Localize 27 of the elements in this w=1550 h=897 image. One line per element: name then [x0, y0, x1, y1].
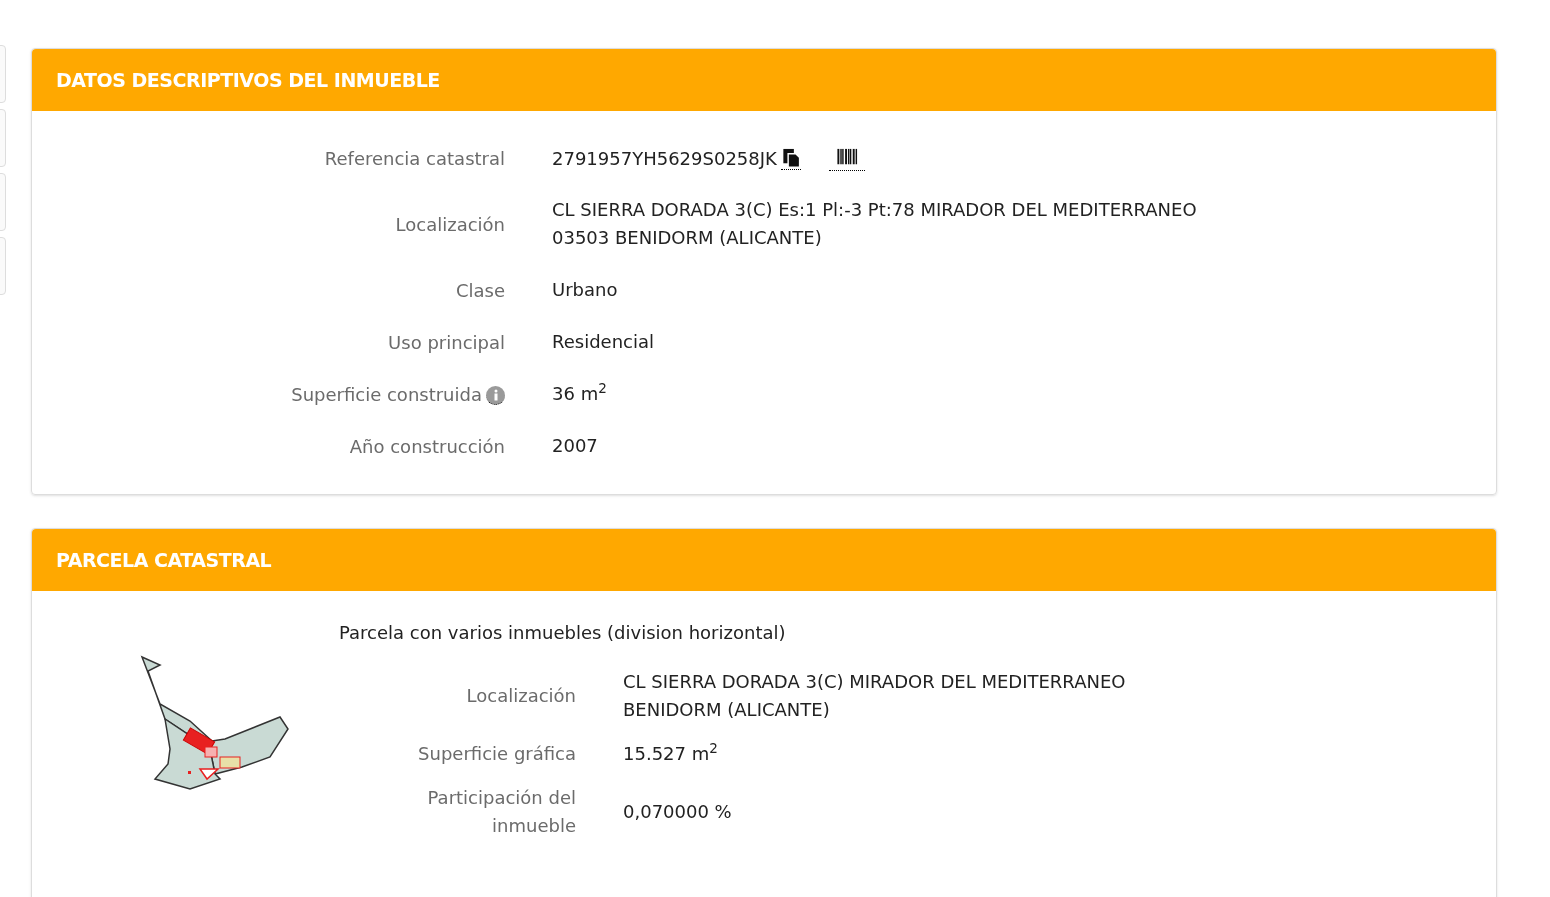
section-title: PARCELA CATASTRAL [56, 547, 272, 573]
field-value: Residencial [552, 330, 654, 354]
field-value: 2791957YH5629S0258JK [552, 147, 777, 171]
field-value: 0,070000 % [623, 800, 732, 824]
field-label: Clase [455, 279, 505, 301]
field-value: 36 m$^{2}$ [552, 380, 607, 406]
field-value: CL SIERRA DORADA 3(C) Es:1 Pl:-3 Pt:78 MIRADOR DEL MEDITERRANEO [552, 198, 1197, 222]
copy-icon[interactable] [780, 147, 801, 170]
field-label: Superficie gráfica [417, 742, 576, 766]
section-title: DATOS DESCRIPTIVOS DEL INMUEBLE [56, 67, 440, 93]
field-value: BENIDORM (ALICANTE) [623, 698, 831, 722]
barcode-icon[interactable] [828, 146, 865, 171]
field-value: 03503 BENIDORM (ALICANTE) [552, 226, 823, 250]
field-label: Superficie construida [291, 383, 482, 405]
field-label: Año construcción [349, 435, 505, 457]
parcel-description: Parcela con varios inmuebles (division horizontal) [339, 621, 787, 645]
field-value: Urbano [552, 278, 618, 302]
field-label: Referencia catastral [324, 148, 505, 169]
field-label: inmueble [491, 814, 576, 838]
field-value: CL SIERRA DORADA 3(C) MIRADOR DEL MEDITERRANEO [623, 670, 1126, 694]
field-value: 15.527 m$^{2}$ [623, 740, 718, 766]
info-icon[interactable] [486, 386, 505, 405]
field-label: Localización [465, 684, 576, 708]
field-value: 2007 [552, 434, 598, 458]
field-label: Uso principal [388, 331, 505, 353]
field-label: Participación del [426, 786, 576, 810]
field-label: Localización [395, 213, 505, 235]
